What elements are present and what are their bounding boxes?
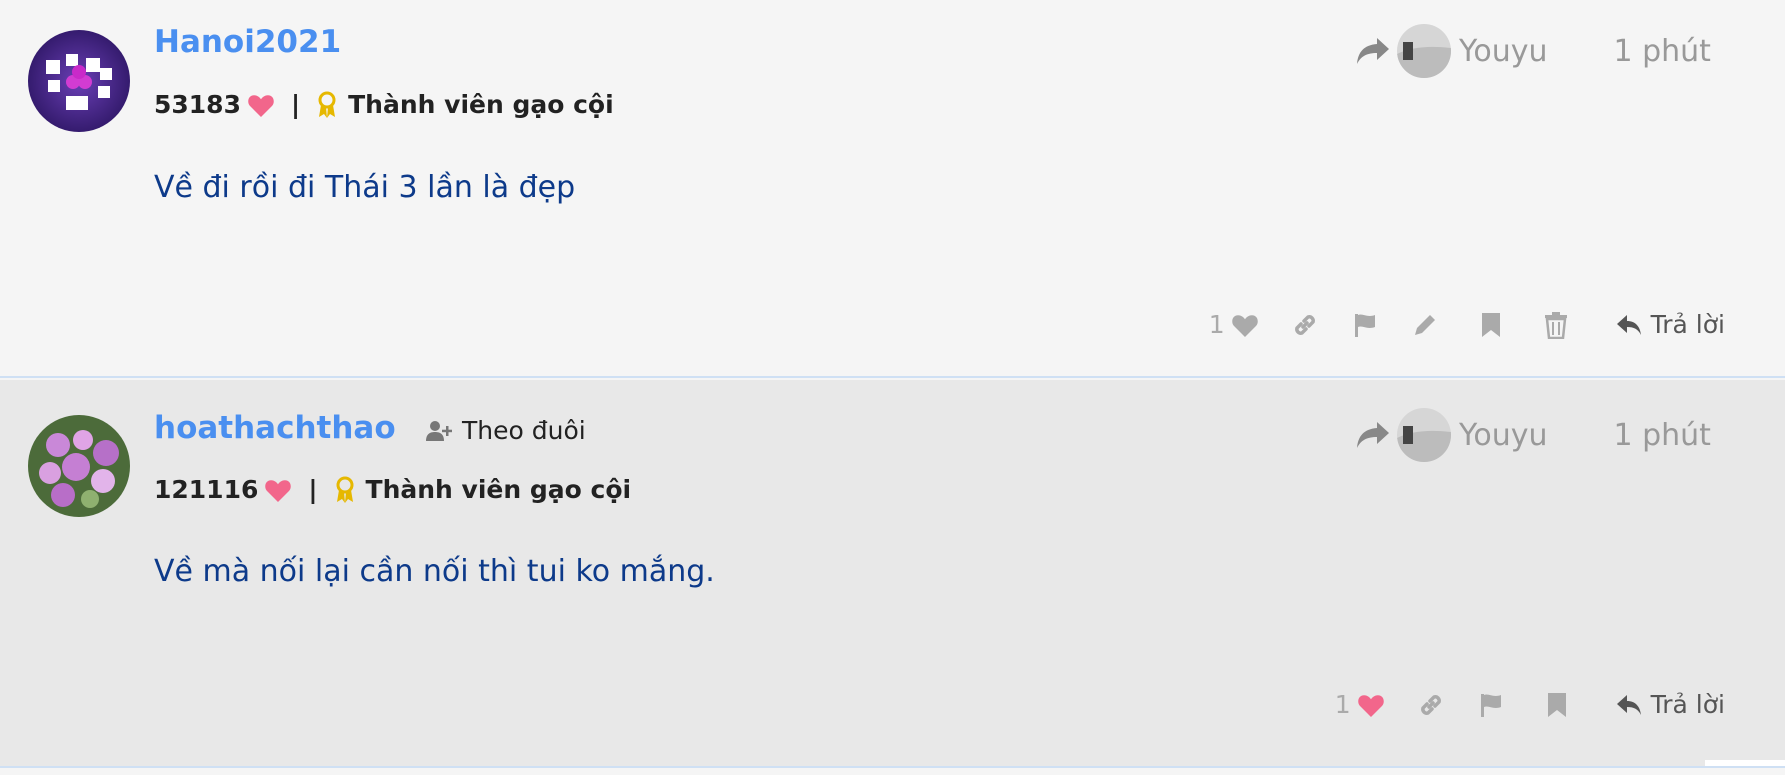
- add-user-icon: [426, 420, 452, 442]
- link-icon[interactable]: [1291, 311, 1319, 339]
- like-count: 1: [1334, 690, 1351, 719]
- username[interactable]: hoathachthao: [154, 410, 396, 446]
- flag-icon[interactable]: [1477, 691, 1505, 719]
- reply-button[interactable]: Trả lời: [1615, 690, 1725, 719]
- shared-user-avatar[interactable]: [1397, 24, 1451, 78]
- heart-icon: [1357, 693, 1385, 717]
- rank-label: Thành viên gạo cội: [365, 475, 632, 504]
- user-stats: 53183 | Thành viên gạo cội: [154, 90, 614, 119]
- username[interactable]: Hanoi2021: [154, 24, 341, 60]
- post-time[interactable]: 1 phút: [1613, 34, 1710, 69]
- separator: |: [290, 90, 301, 119]
- heart-icon: [247, 93, 275, 117]
- rank-label: Thành viên gạo cội: [348, 90, 614, 119]
- post-meta: Youyu 1 phút: [1355, 408, 1711, 462]
- user-stats: 121116 | Thành viên gạo cội: [154, 475, 631, 504]
- reply-icon: [1615, 312, 1643, 338]
- avatar[interactable]: [28, 415, 130, 517]
- follow-label: Theo đuôi: [462, 416, 586, 445]
- points-count: 121116: [154, 475, 259, 504]
- separator: |: [308, 475, 318, 504]
- heart-icon: [1231, 313, 1259, 337]
- points-count: 53183: [154, 90, 241, 119]
- bookmark-icon[interactable]: [1545, 691, 1569, 719]
- avatar[interactable]: [28, 30, 130, 132]
- bookmark-icon[interactable]: [1479, 311, 1503, 339]
- reply-label: Trả lời: [1650, 310, 1725, 339]
- heart-icon: [264, 478, 292, 502]
- post: Hanoi2021 53183 | Thành viên gạo cội Về …: [0, 0, 1785, 378]
- flag-icon[interactable]: [1351, 311, 1379, 339]
- link-icon[interactable]: [1417, 691, 1445, 719]
- like-button[interactable]: 1: [1335, 690, 1385, 719]
- post-actions: 1 Trả lời: [1335, 690, 1725, 719]
- post: hoathachthao Theo đuôi 121116 | Thành vi…: [0, 380, 1785, 768]
- shared-user-name[interactable]: Youyu: [1459, 34, 1547, 69]
- corner-edge: [1705, 760, 1785, 766]
- post-meta: Youyu 1 phút: [1355, 24, 1711, 78]
- post-actions: 1 Trả lời: [1209, 310, 1725, 339]
- edit-pencil-icon[interactable]: [1411, 311, 1439, 339]
- reply-label: Trả lời: [1650, 690, 1725, 719]
- share-icon[interactable]: [1355, 420, 1391, 450]
- share-icon[interactable]: [1355, 36, 1391, 66]
- reply-icon: [1615, 692, 1643, 718]
- trash-icon[interactable]: [1543, 311, 1569, 339]
- post-content: Về đi rồi đi Thái 3 lần là đẹp: [154, 170, 576, 205]
- award-icon: [334, 476, 356, 504]
- post-content: Về mà nối lại cần nối thì tui ko mắng.: [154, 554, 715, 589]
- shared-user-name[interactable]: Youyu: [1459, 418, 1547, 453]
- follow-button[interactable]: Theo đuôi: [426, 416, 586, 445]
- award-icon: [316, 91, 338, 119]
- shared-user-avatar[interactable]: [1397, 408, 1451, 462]
- like-count: 1: [1208, 310, 1225, 339]
- reply-button[interactable]: Trả lời: [1615, 310, 1725, 339]
- like-button[interactable]: 1: [1209, 310, 1259, 339]
- post-time[interactable]: 1 phút: [1613, 418, 1710, 453]
